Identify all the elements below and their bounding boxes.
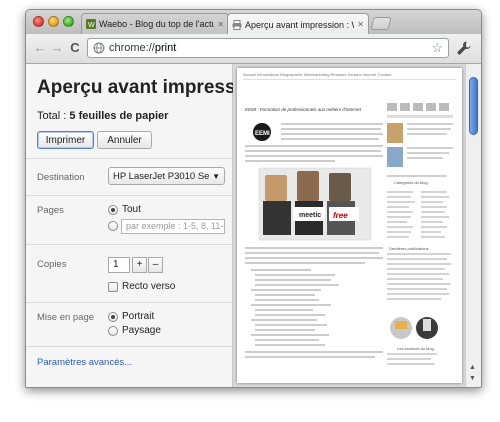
advanced-settings-link[interactable]: Paramètres avancés... (37, 357, 132, 368)
preview-logo-meetic: meetic (299, 212, 322, 219)
preview-area: Accueil Informations Blogosphère Webmark… (233, 64, 481, 387)
maximize-window-button[interactable] (63, 16, 74, 27)
new-tab-button[interactable] (370, 17, 392, 30)
preview-sidebar-title-3: Les archives du blog (397, 346, 434, 351)
preview-sidebar (387, 103, 453, 365)
print-settings-panel: Aperçu avant impression Total : 5 feuill… (26, 64, 264, 387)
duplex-label: Recto verso (122, 281, 176, 292)
wrench-icon[interactable] (456, 40, 472, 56)
pages-range-radio[interactable] (108, 221, 118, 231)
preview-scrollbar[interactable]: ▲ ▼ (465, 64, 481, 387)
print-button[interactable]: Imprimer (37, 131, 94, 149)
pages-label: Pages (37, 205, 64, 216)
preview-rule (243, 79, 456, 80)
destination-value: HP LaserJet P3010 Series (113, 170, 210, 182)
preview-article-body: EEMI (245, 123, 383, 358)
scroll-down-arrow-icon[interactable]: ▼ (469, 375, 476, 382)
destination-select[interactable]: HP LaserJet P3010 Series ▼ (108, 167, 225, 185)
copies-increment-button[interactable]: + (132, 257, 147, 273)
divider (26, 244, 232, 245)
scrollbar-thumb[interactable] (469, 77, 478, 135)
tab-waebo[interactable]: W Waebo - Blog du top de l'actu ✕ (81, 13, 229, 34)
copies-input[interactable]: 1 (108, 257, 130, 273)
globe-icon (93, 42, 105, 54)
back-arrow-icon[interactable]: ← (33, 41, 47, 55)
chevron-down-icon: ▼ (212, 171, 220, 181)
cancel-button[interactable]: Annuler (97, 131, 152, 149)
browser-toolbar: ← → C chrome://print ☆ (26, 34, 481, 64)
layout-landscape-label: Paysage (122, 325, 161, 336)
printer-favicon-icon (232, 19, 242, 30)
layout-label: Mise en page (37, 312, 95, 323)
preview-sidebar-title-2: Dernières publications (389, 246, 429, 251)
tab-close-icon[interactable]: ✕ (357, 20, 364, 29)
layout-landscape-radio[interactable] (108, 326, 118, 336)
reload-icon[interactable]: C (68, 41, 82, 55)
copies-label: Copies (37, 259, 67, 270)
preview-page[interactable]: Accueil Informations Blogosphère Webmark… (237, 68, 462, 383)
duplex-checkbox[interactable] (108, 282, 118, 292)
forward-arrow-icon[interactable]: → (50, 41, 64, 55)
close-window-button[interactable] (33, 16, 44, 27)
svg-text:W: W (88, 22, 95, 29)
tab-strip: W Waebo - Blog du top de l'actu ✕ Aperçu… (26, 10, 481, 35)
scroll-up-arrow-icon[interactable]: ▲ (469, 364, 476, 371)
total-label: Total : (37, 110, 70, 122)
divider (26, 302, 232, 303)
divider (26, 158, 232, 159)
svg-text:EEMI: EEMI (255, 131, 270, 137)
page-count-summary: Total : 5 feuilles de papier (37, 110, 168, 122)
url-path: print (154, 42, 177, 54)
pages-range-input[interactable]: par exemple : 1-5, 8, 11-13 (121, 219, 225, 234)
minimize-window-button[interactable] (48, 16, 59, 27)
layout-portrait-radio[interactable] (108, 312, 118, 322)
preview-logo-free: free (333, 211, 348, 220)
copies-decrement-button[interactable]: – (148, 257, 163, 273)
divider (26, 195, 232, 196)
url-text: chrome://print (109, 42, 431, 54)
browser-window: W Waebo - Blog du top de l'actu ✕ Aperçu… (25, 9, 482, 388)
tab-close-icon[interactable]: ✕ (217, 20, 224, 29)
tab-print-preview[interactable]: Aperçu avant impression : W ✕ (227, 13, 369, 35)
waebo-favicon-icon: W (86, 19, 96, 29)
tab-title: Aperçu avant impression : W (245, 19, 355, 30)
tab-title: Waebo - Blog du top de l'actu (99, 19, 215, 29)
destination-label: Destination (37, 172, 85, 183)
bookmark-star-icon[interactable]: ☆ (431, 40, 443, 56)
url-scheme: chrome:// (109, 42, 155, 54)
page-title: Aperçu avant impression (37, 77, 265, 98)
address-bar[interactable]: chrome://print ☆ (87, 38, 449, 58)
total-value: 5 feuilles de papier (69, 110, 169, 122)
preview-heading: EEMI : Formation de professionnels aux m… (245, 107, 361, 112)
divider (26, 346, 232, 347)
pages-all-radio[interactable] (108, 205, 118, 215)
preview-top-links: Accueil Informations Blogosphère Webmark… (243, 72, 392, 77)
pages-all-label: Tout (122, 204, 141, 215)
layout-portrait-label: Portrait (122, 311, 155, 322)
preview-sidebar-title: Catégories du blog (394, 180, 428, 185)
print-preview-content: Aperçu avant impression Total : 5 feuill… (26, 64, 481, 387)
